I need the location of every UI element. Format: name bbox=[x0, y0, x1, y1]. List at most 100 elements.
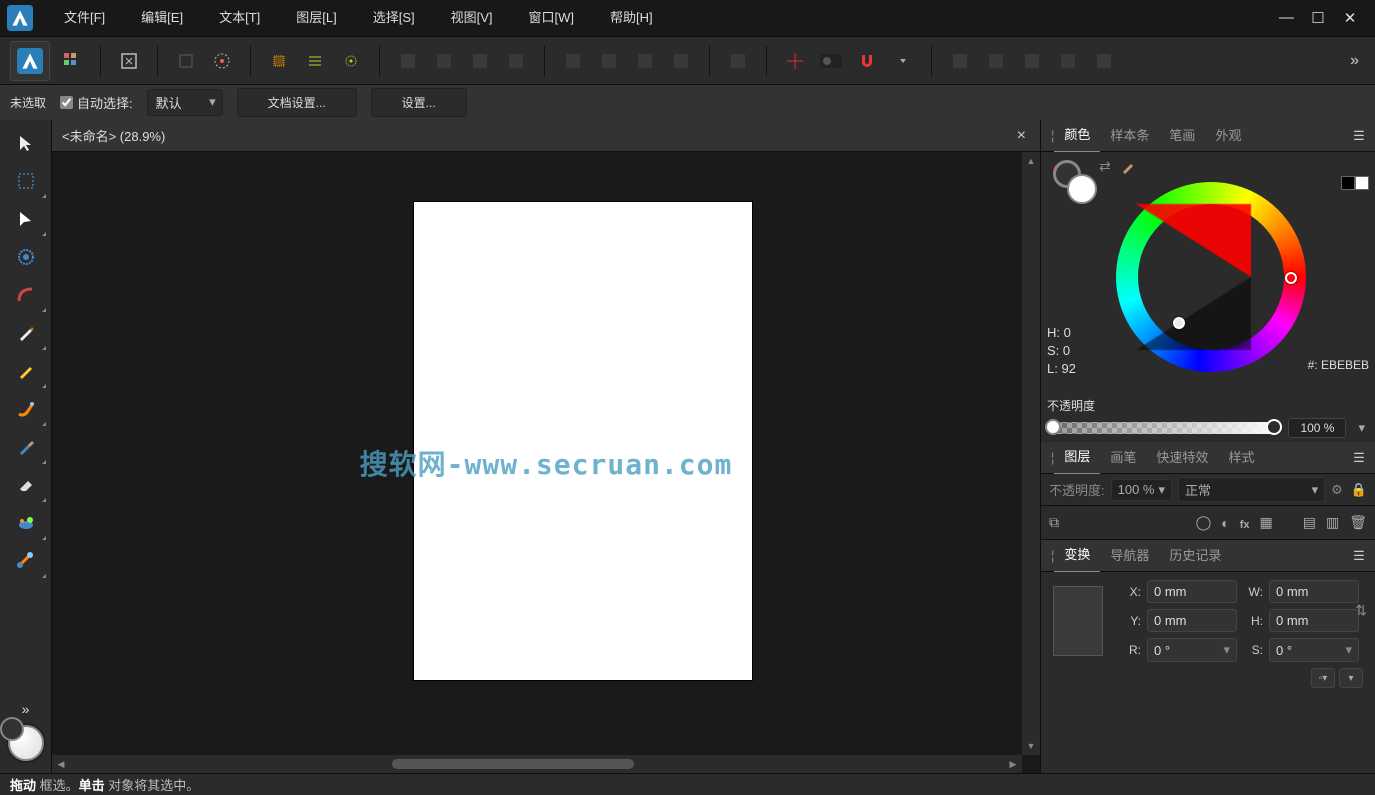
layer-lock-icon[interactable]: 🔒 bbox=[1351, 482, 1367, 498]
anchor-point-selector[interactable] bbox=[1053, 586, 1103, 656]
transform-h-field[interactable]: 0 mm bbox=[1269, 609, 1359, 632]
layers-panel-menu-icon[interactable]: ☰ bbox=[1343, 450, 1375, 466]
tools-overflow-icon[interactable]: » bbox=[22, 701, 30, 717]
duplicate-layer-icon[interactable]: ⧉ bbox=[1049, 514, 1059, 531]
horizontal-scrollbar[interactable]: ◀ ▶ bbox=[52, 755, 1022, 773]
transform-s-field[interactable]: 0 °▾ bbox=[1269, 638, 1359, 662]
transform-x-field[interactable]: 0 mm bbox=[1147, 580, 1237, 603]
vector-brush-tool[interactable] bbox=[4, 390, 48, 428]
blend-mode-dropdown[interactable]: 正常 ▾ bbox=[1178, 477, 1325, 502]
arrange-1-icon bbox=[392, 45, 424, 77]
delete-layer-icon[interactable]: 🗑 bbox=[1349, 514, 1367, 531]
transform-y-field[interactable]: 0 mm bbox=[1147, 609, 1237, 632]
document-tab-close[interactable]: × bbox=[1013, 127, 1030, 145]
add-layer-icon[interactable]: ▤ bbox=[1303, 514, 1316, 531]
snap-edge-icon[interactable] bbox=[299, 45, 331, 77]
settings-button[interactable]: 设置... bbox=[371, 88, 467, 117]
crop-icon[interactable]: ▦ bbox=[1260, 514, 1273, 531]
mini-swatch-icons[interactable] bbox=[1341, 176, 1369, 190]
close-button[interactable]: ✕ bbox=[1343, 9, 1357, 27]
menu-text[interactable]: 文本[T] bbox=[201, 0, 278, 36]
color-panel: ⇄ H: 0 S: 0 L: 92 #: EBEBEB 不透明度 bbox=[1041, 152, 1375, 442]
tab-layers[interactable]: 图层 bbox=[1054, 441, 1100, 475]
selection-state-label: 未选取 bbox=[10, 94, 46, 111]
align-mini-icon[interactable]: ▫▾ bbox=[1311, 668, 1335, 688]
persona-button[interactable] bbox=[10, 41, 50, 81]
canvas[interactable]: 搜软网-www.secruan.com ▲ ▼ ◀ ▶ bbox=[52, 152, 1040, 773]
opacity-slider[interactable] bbox=[1047, 422, 1280, 434]
node-tool[interactable] bbox=[4, 200, 48, 238]
hsl-readout: H: 0 S: 0 L: 92 bbox=[1047, 324, 1076, 378]
fill-tool[interactable] bbox=[4, 504, 48, 542]
pen-tool[interactable] bbox=[4, 314, 48, 352]
dark-mode-icon[interactable] bbox=[815, 45, 847, 77]
hex-readout[interactable]: #: EBEBEB bbox=[1308, 358, 1369, 372]
toolbar-overflow-icon[interactable]: » bbox=[1344, 52, 1365, 70]
menu-file[interactable]: 文件[F] bbox=[46, 0, 123, 36]
tab-appearance[interactable]: 外观 bbox=[1205, 120, 1251, 152]
snap-grid-icon[interactable] bbox=[263, 45, 295, 77]
opacity-dropdown-icon[interactable]: ▾ bbox=[1354, 420, 1369, 436]
snap-dropdown-icon[interactable] bbox=[887, 45, 919, 77]
tab-color[interactable]: 颜色 bbox=[1054, 120, 1100, 153]
fx-icon[interactable]: fx bbox=[1240, 515, 1250, 531]
tab-effects[interactable]: 快速特效 bbox=[1146, 442, 1218, 474]
color-triangle[interactable] bbox=[1136, 204, 1251, 350]
snap-center-icon[interactable] bbox=[335, 45, 367, 77]
document-tab-title[interactable]: <未命名> (28.9%) bbox=[62, 126, 165, 145]
tab-styles[interactable]: 样式 bbox=[1218, 442, 1264, 474]
menu-layer[interactable]: 图层[L] bbox=[278, 0, 354, 36]
menu-select[interactable]: 选择[S] bbox=[355, 0, 433, 36]
mask-icon[interactable]: ◯ bbox=[1196, 514, 1212, 531]
marquee-tool[interactable] bbox=[4, 162, 48, 200]
transform-panel-tabs: ¦ 变换 导航器 历史记录 ☰ bbox=[1041, 540, 1375, 572]
maximize-button[interactable]: ☐ bbox=[1311, 9, 1325, 27]
menu-view[interactable]: 视图[V] bbox=[433, 0, 511, 36]
menu-edit[interactable]: 编辑[E] bbox=[123, 0, 201, 36]
tab-swatches[interactable]: 样本条 bbox=[1100, 120, 1159, 152]
vertical-scrollbar[interactable]: ▲ ▼ bbox=[1022, 152, 1040, 755]
color-swatch-toggle[interactable] bbox=[8, 725, 44, 761]
gear-tool[interactable] bbox=[4, 238, 48, 276]
align-2-icon bbox=[593, 45, 625, 77]
menu-help[interactable]: 帮助[H] bbox=[592, 0, 671, 36]
transform-w-field[interactable]: 0 mm bbox=[1269, 580, 1359, 603]
corner-tool[interactable] bbox=[4, 276, 48, 314]
add-pixel-layer-icon[interactable]: ▥ bbox=[1326, 514, 1339, 531]
layer-cog-icon[interactable]: ⚙ bbox=[1331, 482, 1343, 498]
eyedropper-icon[interactable] bbox=[1119, 158, 1137, 176]
transform-panel-menu-icon[interactable]: ☰ bbox=[1343, 548, 1375, 564]
adjustment-icon[interactable]: ◐ bbox=[1221, 515, 1229, 531]
tools-panel: » bbox=[0, 120, 52, 773]
flip-mini-icon[interactable]: ▾ bbox=[1339, 668, 1363, 688]
link-wh-icon[interactable]: ⇅ bbox=[1355, 602, 1367, 619]
expand-icon[interactable] bbox=[113, 45, 145, 77]
arrange-4-icon bbox=[500, 45, 532, 77]
tab-history[interactable]: 历史记录 bbox=[1159, 540, 1231, 572]
artboard[interactable] bbox=[414, 202, 752, 680]
target-icon[interactable] bbox=[206, 45, 238, 77]
tab-stroke[interactable]: 笔画 bbox=[1159, 120, 1205, 152]
auto-select-mode-dropdown[interactable]: 默认 ▾ bbox=[147, 89, 223, 116]
tab-brushes[interactable]: 画笔 bbox=[1100, 442, 1146, 474]
zoom-fit-icon[interactable] bbox=[170, 45, 202, 77]
transform-origin-icon[interactable] bbox=[779, 45, 811, 77]
layer-opacity-field[interactable]: 100 % ▾ bbox=[1111, 479, 1172, 501]
menu-window[interactable]: 窗口[W] bbox=[511, 0, 593, 36]
color-panel-menu-icon[interactable]: ☰ bbox=[1343, 128, 1375, 144]
transparency-tool[interactable] bbox=[4, 542, 48, 580]
tab-transform[interactable]: 变换 bbox=[1054, 539, 1100, 573]
tab-navigator[interactable]: 导航器 bbox=[1100, 540, 1159, 572]
eraser-tool[interactable] bbox=[4, 466, 48, 504]
transform-r-field[interactable]: 0 °▾ bbox=[1147, 638, 1237, 662]
paint-brush-tool[interactable] bbox=[4, 428, 48, 466]
move-tool[interactable] bbox=[4, 124, 48, 162]
opacity-value-field[interactable]: 100 % bbox=[1288, 418, 1346, 438]
document-settings-button[interactable]: 文档设置... bbox=[237, 88, 357, 117]
grid-icon[interactable] bbox=[56, 45, 88, 77]
magnet-snap-icon[interactable] bbox=[851, 45, 883, 77]
color-triangle-cursor[interactable] bbox=[1173, 317, 1185, 329]
minimize-button[interactable]: — bbox=[1279, 9, 1293, 27]
pencil-tool[interactable] bbox=[4, 352, 48, 390]
auto-select-checkbox[interactable]: 自动选择: bbox=[60, 93, 133, 112]
